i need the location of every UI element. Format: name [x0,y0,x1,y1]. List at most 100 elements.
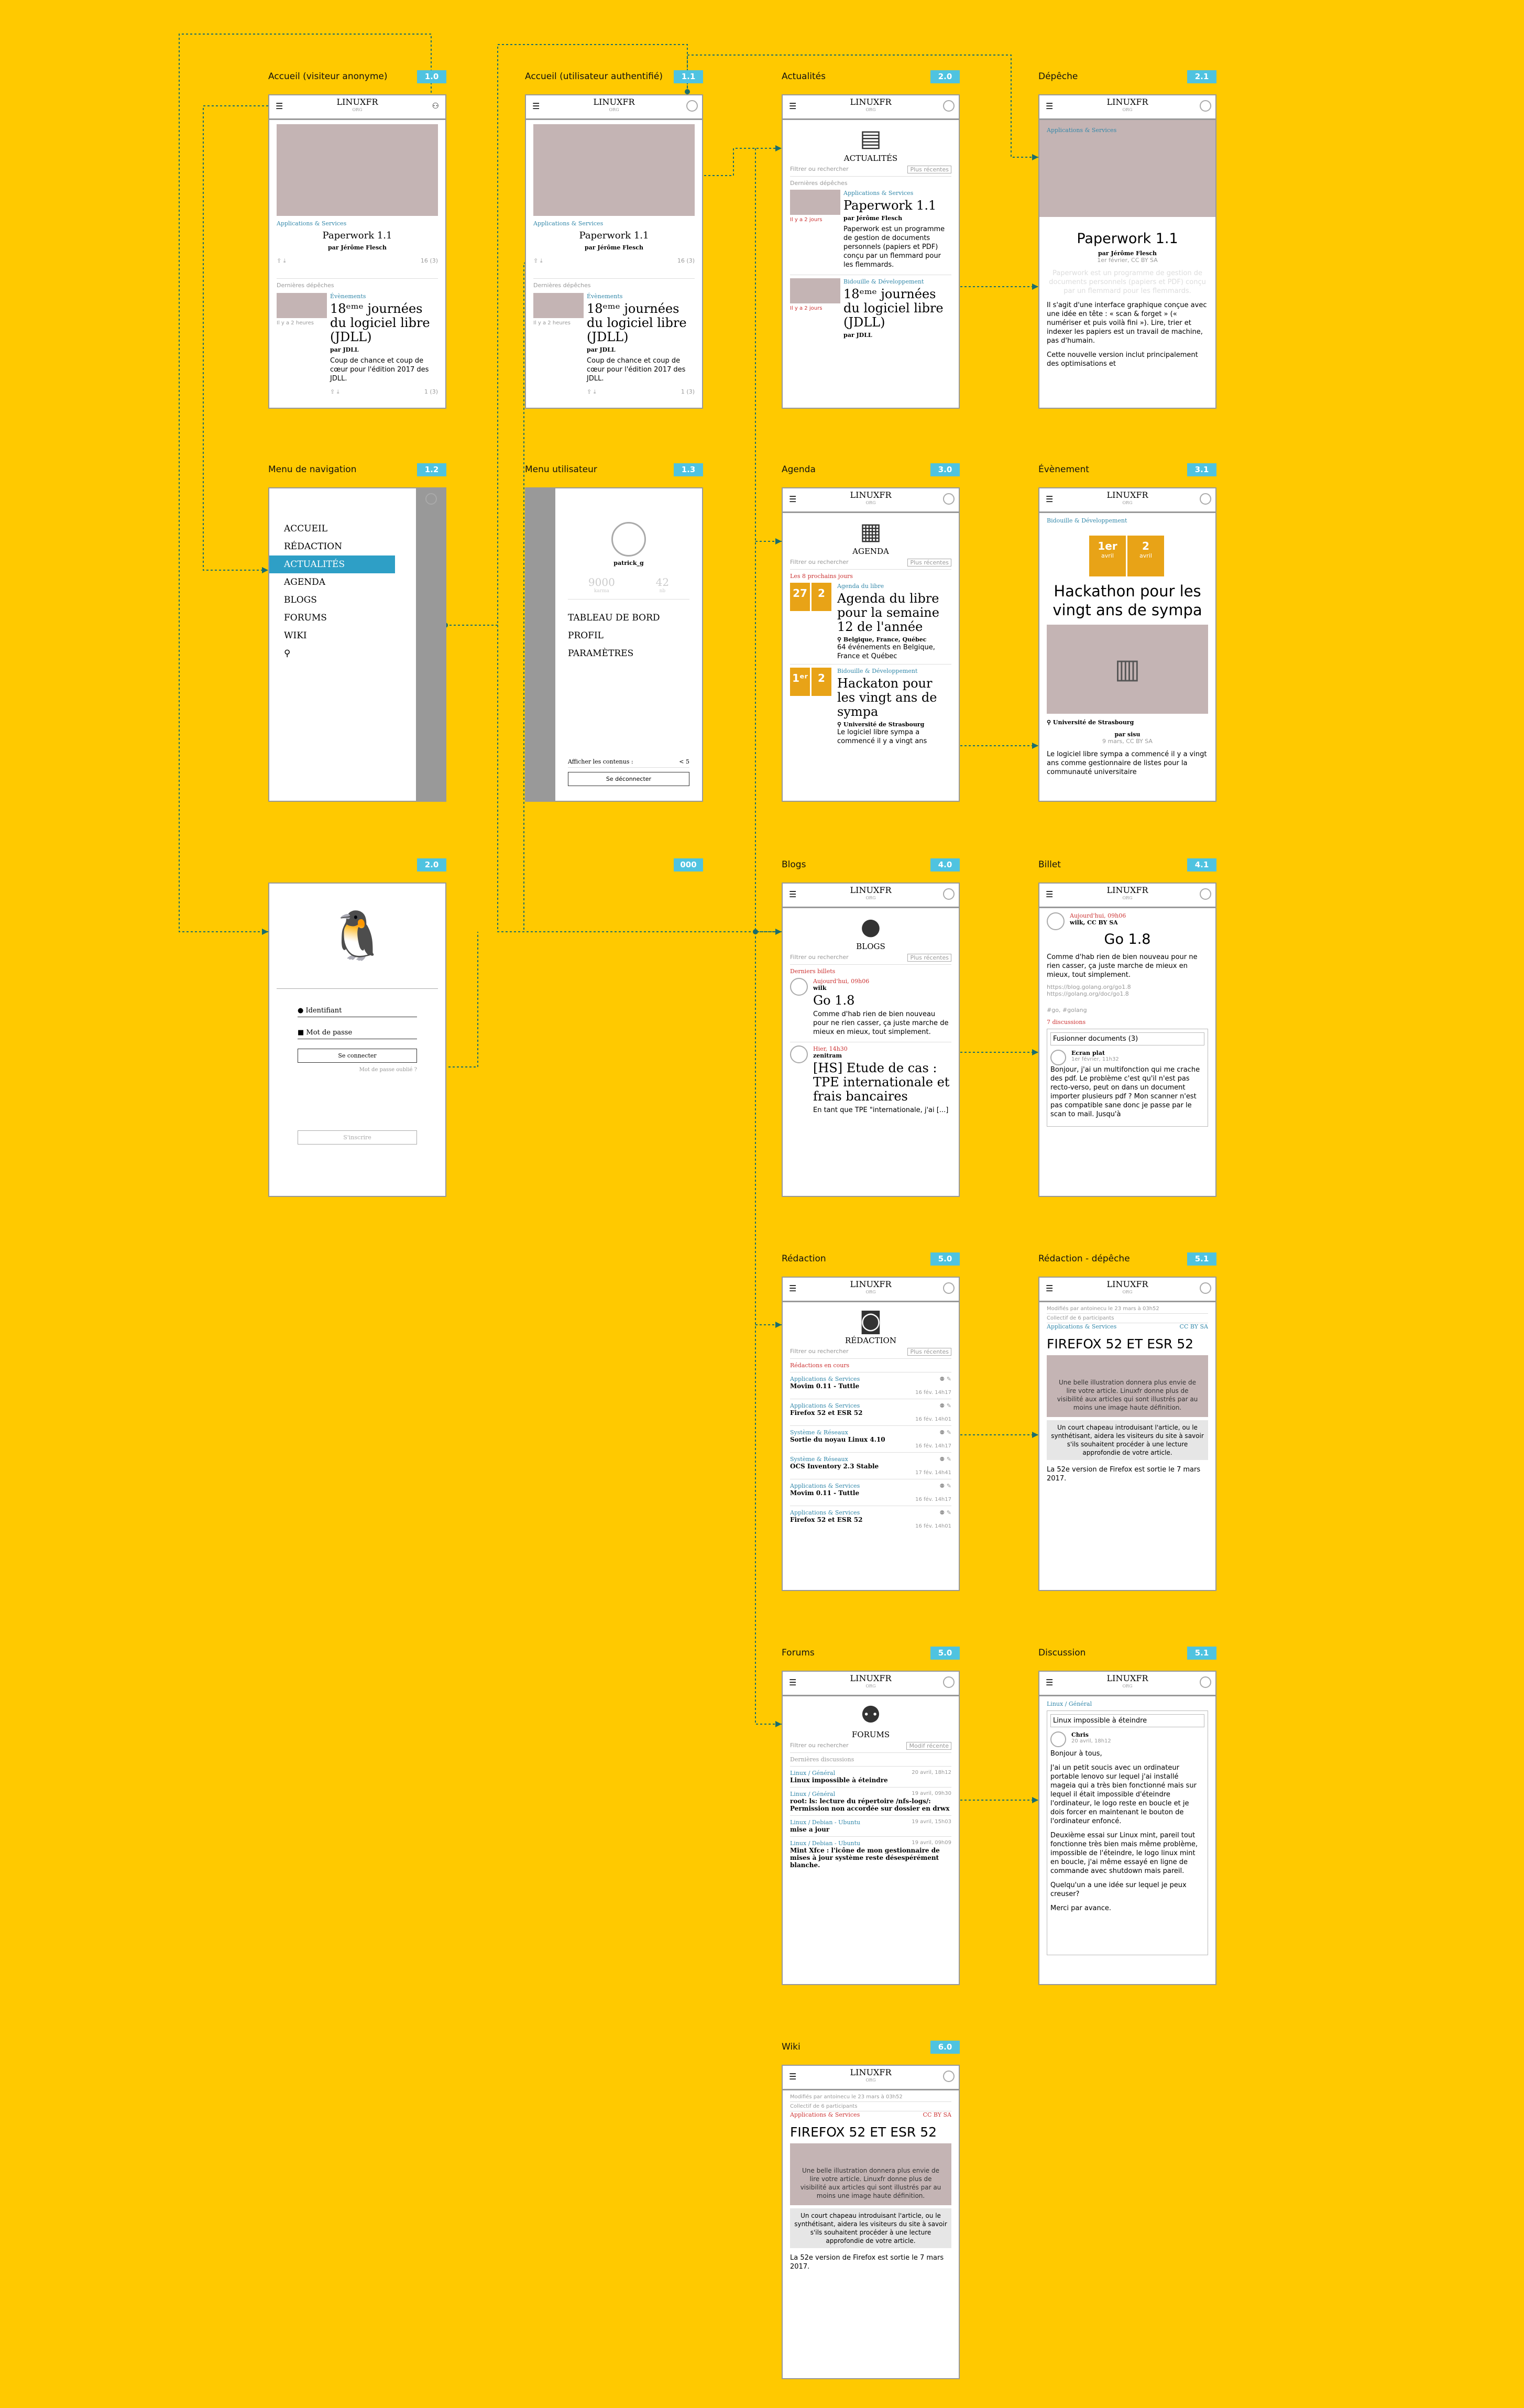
article-category[interactable]: Applications & Services [1047,1323,1116,1330]
avatar[interactable] [943,100,955,112]
thread-row[interactable]: Linux / Général 20 avril, 18h12 Linux impo… [790,1766,951,1787]
forgot-link[interactable]: Mot de passe oublié ? [298,1067,417,1073]
nav-item-news[interactable]: ACTUALITÉS [269,555,395,573]
thread-title[interactable]: Linux impossible à éteindre [790,1777,951,1784]
avatar[interactable] [1200,100,1211,112]
sort-select[interactable]: Plus récentes [907,1348,951,1356]
nav-item-home[interactable]: ACCUEIL [269,520,395,538]
thread-title[interactable]: Linux impossible à éteindre [1050,1714,1204,1727]
thread-category[interactable]: Linux / Debian - Ubuntu [790,1840,860,1847]
filter-input[interactable]: Filtrer ou rechercher [790,559,849,566]
thread-category[interactable]: Linux / Debian - Ubuntu [790,1819,860,1826]
user-item-dashboard[interactable]: TABLEAU DE BORD [568,609,689,627]
avatar[interactable] [943,1676,955,1688]
thread-row[interactable]: Linux / Debian - Ubuntu 19 avril, 09h09 Mi… [790,1836,951,1872]
nav-item-blogs[interactable]: BLOGS [269,591,395,609]
article-category[interactable]: Applications & Services [843,190,951,197]
article-body[interactable]: La 52e version de Firefox est sortie le … [1047,1465,1208,1483]
logo[interactable]: LINUXFR ORG [1039,491,1215,507]
thread-category[interactable]: Linux / Général [790,1791,835,1797]
nav-item-agenda[interactable]: AGENDA [269,573,395,591]
nav-item-redaction[interactable]: RÉDACTION [269,538,395,555]
sort-select[interactable]: Modif récente [906,1742,951,1750]
login-button[interactable]: Se connecter [298,1049,417,1063]
draft-category[interactable]: Système & Réseaux [790,1429,848,1436]
chapo-field[interactable]: Un court chapeau introduisant l'article,… [1047,1420,1208,1460]
thread-title[interactable]: Mint Xfce : l'icône de mon gestionnaire … [790,1847,951,1869]
password-field[interactable]: ■ Mot de passe [298,1027,417,1039]
draft-title[interactable]: Sortie du noyau Linux 4.10 [790,1436,951,1443]
article-title[interactable]: Paperwork 1.1 [277,230,438,241]
avatar[interactable] [1200,493,1211,505]
avatar[interactable] [943,2071,955,2082]
license[interactable]: CC BY SA [923,2111,951,2118]
draft-category[interactable]: Applications & Services [790,1402,860,1409]
article-title[interactable]: Paperwork 1.1 [533,230,695,241]
post-link[interactable]: https://blog.golang.org/go1.8 [1047,984,1208,990]
article-title[interactable]: 18ᵉᵐᵉ journées du logiciel libre (JDLL) [587,302,695,344]
filter-input[interactable]: Filtrer ou rechercher [790,954,849,962]
thread-row[interactable]: Linux / Général 19 avril, 09h30 root: ls: … [790,1787,951,1815]
overlay[interactable] [526,488,555,801]
thread-title[interactable]: mise a jour [790,1826,951,1833]
draft-row[interactable]: Système & Réseaux ⚉ ✎ Sortie du noyau Linu… [790,1425,951,1452]
article-category[interactable]: Applications & Services [277,220,438,227]
event-title[interactable]: Agenda du libre pour la semaine 12 de l'… [837,592,951,634]
chapo-field[interactable]: Un court chapeau introduisant l'article,… [790,2208,951,2248]
comment-count[interactable]: 16 (3) [677,257,695,265]
comment-count[interactable]: 1 (3) [424,388,438,396]
avatar[interactable] [425,493,437,505]
avatar[interactable] [943,888,955,900]
image-placeholder[interactable]: Une belle illustration donnera plus envi… [1047,1355,1208,1417]
filter-input[interactable]: Filtrer ou rechercher [790,1742,849,1750]
logo[interactable]: LINUXFR ORG [783,1280,959,1296]
image-placeholder[interactable]: Une belle illustration donnera plus envi… [790,2143,951,2205]
event-category[interactable]: Bidouille & Développement [1047,517,1208,524]
search-icon[interactable]: ⚲ [269,645,395,662]
nav-item-wiki[interactable]: WIKI [269,627,395,645]
avatar[interactable] [943,1282,955,1294]
logo[interactable]: LINUXFR ORG [1039,1280,1215,1296]
user-item-profile[interactable]: PROFIL [568,627,689,645]
thread-row[interactable]: Linux / Debian - Ubuntu 19 avril, 15h03 mi… [790,1815,951,1836]
article-category[interactable]: Applications & Services [533,220,695,227]
post-title[interactable]: Go 1.8 [813,994,951,1008]
logo[interactable]: LINUXFR ORG [783,2068,959,2084]
draft-category[interactable]: Applications & Services [790,1376,860,1382]
sort-select[interactable]: Plus récentes [907,954,951,962]
draft-title[interactable]: OCS Inventory 2.3 Stable [790,1463,951,1470]
draft-title[interactable]: Movim 0.11 - Tuttle [790,1489,951,1497]
thread-select[interactable]: Fusionner documents (3) [1050,1032,1204,1045]
avatar[interactable] [1200,1676,1211,1688]
draft-title[interactable]: Movim 0.11 - Tuttle [790,1382,951,1390]
post-tags[interactable]: #go, #golang [1047,1007,1208,1014]
thread-category[interactable]: Linux / Général [790,1770,835,1777]
article-title[interactable]: FIREFOX 52 ET ESR 52 [1047,1336,1208,1352]
comment-count[interactable]: 1 (3) [681,388,695,396]
avatar[interactable] [1200,888,1211,900]
draft-row[interactable]: Système & Réseaux ⚉ ✎ OCS Inventory 2.3 St… [790,1452,951,1479]
post-link[interactable]: https://golang.org/doc/go1.8 [1047,990,1208,997]
nav-item-forums[interactable]: FORUMS [269,609,395,627]
logo[interactable]: LINUXFR ORG [783,491,959,507]
register-button[interactable]: S'inscrire [298,1130,417,1145]
logo[interactable]: LINUXFR ORG [783,886,959,902]
article-title[interactable]: 18ᵉᵐᵉ journées du logiciel libre (JDLL) [843,287,951,330]
avatar[interactable] [943,493,955,505]
login-field[interactable]: ● Identifiant [298,1005,417,1017]
article-title[interactable]: 18ᵉᵐᵉ journées du logiciel libre (JDLL) [330,302,438,344]
article-title[interactable]: FIREFOX 52 ET ESR 52 [790,2124,951,2140]
thread-title[interactable]: root: ls: lecture du répertoire /nfs-log… [790,1797,951,1812]
draft-category[interactable]: Applications & Services [790,1483,860,1489]
logo[interactable]: LINUXFR ORG [783,1674,959,1690]
article-category[interactable]: Applications & Services [790,2111,860,2118]
draft-row[interactable]: Applications & Services ⚉ ✎ Movim 0.11 - T… [790,1372,951,1399]
overlay[interactable] [416,488,445,801]
draft-category[interactable]: Système & Réseaux [790,1456,848,1463]
draft-row[interactable]: Applications & Services ⚉ ✎ Firefox 52 et … [790,1399,951,1425]
draft-title[interactable]: Firefox 52 et ESR 52 [790,1409,951,1417]
post-title[interactable]: [HS] Etude de cas : TPE internationale e… [813,1061,951,1104]
event-title[interactable]: Hackaton pour les vingt ans de sympa [837,677,951,719]
logo[interactable]: LINUXFR ORG [1039,1674,1215,1690]
license[interactable]: CC BY SA [1180,1323,1208,1330]
